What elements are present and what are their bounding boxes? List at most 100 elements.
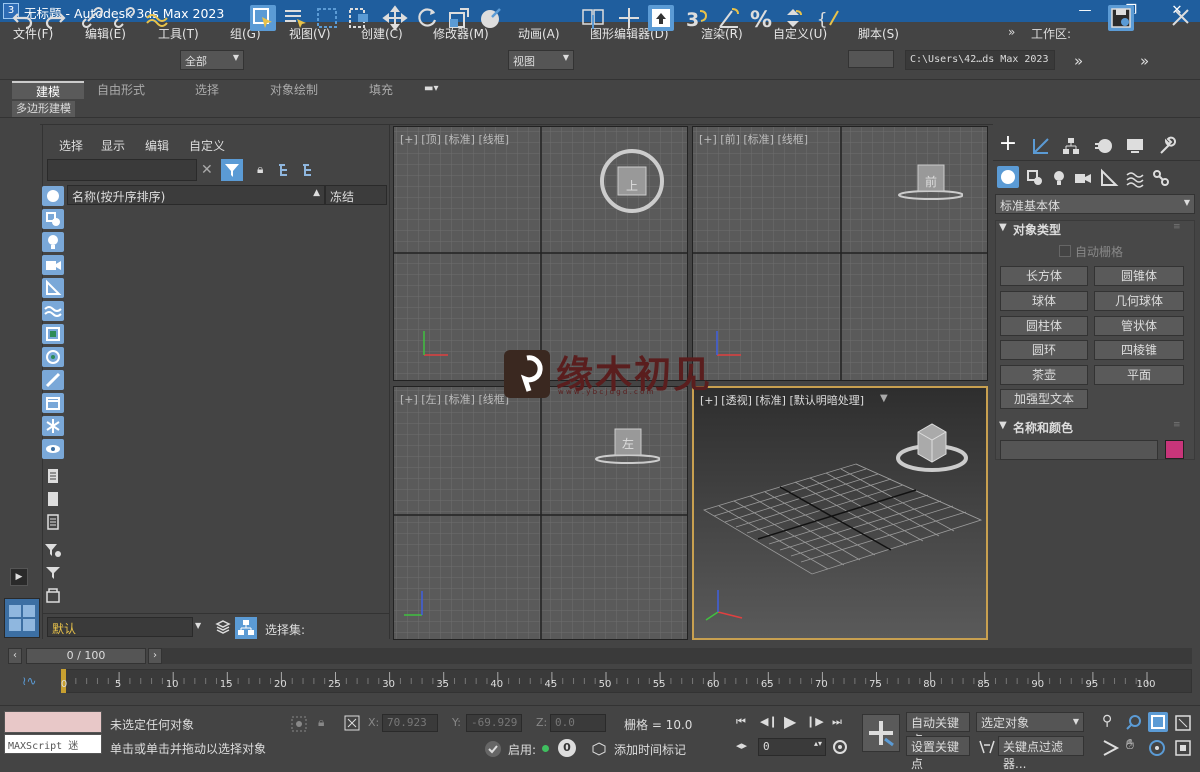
rollout-pin-icon[interactable]: ≡ [1173, 420, 1181, 430]
keyboard-shortcut-override-button[interactable] [648, 5, 674, 31]
object-color-swatch[interactable] [1165, 440, 1184, 459]
hierarchy-tab-icon[interactable] [1061, 136, 1081, 156]
container-toggle-button[interactable] [42, 586, 64, 606]
snaps-toggle-button[interactable]: 3 [684, 5, 710, 31]
explorer-search-input[interactable] [47, 159, 197, 181]
category-dropdown[interactable]: 标准基本体 ▼ [995, 194, 1195, 214]
clear-search-icon[interactable]: ✕ [201, 162, 213, 178]
create-plane-button[interactable]: 平面 [1094, 365, 1184, 385]
redo-button[interactable] [42, 5, 68, 31]
create-geosphere-button[interactable]: 几何球体 [1094, 291, 1184, 311]
display-lights-button[interactable] [42, 232, 64, 252]
ribbon-subtab-poly-modeling[interactable]: 多边形建模 [12, 101, 75, 117]
explorer-menu-display[interactable]: 显示 [101, 137, 125, 154]
create-textplus-button[interactable]: 加强型文本 [1000, 389, 1088, 409]
time-slider-thumb[interactable]: 0 / 100 [26, 648, 146, 664]
rotate-button[interactable] [414, 5, 440, 31]
maxscript-listener-output[interactable] [4, 711, 102, 733]
expand-toolbar-icon[interactable]: » [1074, 52, 1083, 70]
go-to-start-icon[interactable]: ⏮ [736, 715, 746, 729]
key-filters-button[interactable]: 关键点过滤器... [998, 736, 1084, 771]
reference-coordinate-dropdown[interactable]: 视图 ▼ [508, 50, 574, 70]
ribbon-tab-freeform[interactable]: 自由形式 [86, 81, 156, 99]
ribbon-tab-populate[interactable]: 填充 [346, 81, 416, 99]
zoom-extents-button[interactable] [1148, 712, 1168, 732]
display-xrefs-button[interactable] [42, 347, 64, 367]
create-teapot-button[interactable]: 茶壶 [1000, 365, 1088, 385]
next-frame-icon[interactable]: ❙▶ [806, 715, 824, 728]
play-icon[interactable]: ▶ [784, 712, 796, 731]
maxscript-input[interactable]: MAXScript 迷 [4, 734, 102, 754]
menu-scripting[interactable]: 脚本(S) [858, 25, 899, 42]
rollout-object-type-title[interactable]: 对象类型 [1013, 221, 1061, 238]
angle-snap-button[interactable] [716, 5, 742, 31]
link-button[interactable] [80, 5, 106, 31]
set-key-big-button[interactable] [862, 714, 900, 752]
time-slider-track[interactable] [162, 648, 1192, 664]
display-geometry-button[interactable] [42, 186, 64, 206]
unlink-button[interactable] [112, 5, 138, 31]
layers-icon[interactable] [215, 619, 231, 635]
named-selection-input[interactable] [848, 50, 894, 68]
pivot-center-button[interactable] [580, 5, 606, 31]
display-frozen-button[interactable] [42, 416, 64, 436]
display-cameras-button[interactable] [42, 255, 64, 275]
rollout-collapse-icon[interactable]: ▼ [999, 420, 1007, 431]
explorer-menu-customize[interactable]: 自定义 [189, 137, 225, 154]
display-containers-button[interactable] [42, 393, 64, 413]
scripting-tool-button[interactable] [1168, 5, 1194, 31]
hierarchy-mode-button[interactable] [235, 617, 257, 639]
chevron-down-icon[interactable]: ▼ [195, 621, 201, 630]
frame-spinner-icon[interactable]: ▴▾ [814, 739, 822, 748]
rollout-pin-icon[interactable]: ≡ [1173, 222, 1181, 232]
save-file-button[interactable] [1108, 5, 1134, 31]
viewport-top[interactable]: [+] [顶] [标准] [线框] 上 [393, 126, 688, 381]
bind-spacewarp-button[interactable] [144, 5, 170, 31]
auto-key-button[interactable]: 自动关键点 [906, 712, 970, 747]
ribbon-tab-modeling[interactable]: 建模 [12, 81, 84, 99]
display-helpers-button[interactable] [42, 278, 64, 298]
field-of-view-icon[interactable] [1102, 739, 1120, 757]
hierarchy-icon[interactable] [277, 163, 291, 177]
filter-button[interactable] [42, 563, 64, 583]
ribbon-tab-selection[interactable]: 选择 [172, 81, 242, 99]
enable-toggle-button[interactable]: 0 [558, 739, 576, 757]
modify-tab-icon[interactable] [1031, 136, 1051, 156]
filter-toggle-button[interactable] [221, 159, 243, 181]
display-hidden-button[interactable] [42, 439, 64, 459]
curve-editor-icon[interactable]: ≀∿ [22, 674, 37, 688]
add-time-tag-label[interactable]: 添加时间标记 [614, 741, 686, 758]
column-header-name[interactable]: 名称(按升序排序) ▲ [67, 185, 325, 205]
move-button[interactable] [382, 5, 408, 31]
cameras-category-icon[interactable] [1073, 168, 1093, 188]
create-sphere-button[interactable]: 球体 [1000, 291, 1088, 311]
create-pyramid-button[interactable]: 四棱锥 [1094, 340, 1184, 360]
create-cone-button[interactable]: 圆锥体 [1094, 266, 1184, 286]
time-configuration-icon[interactable] [832, 739, 848, 755]
display-tab-icon[interactable] [1125, 136, 1145, 156]
create-torus-button[interactable]: 圆环 [1000, 340, 1088, 360]
viewport-layout-button[interactable] [4, 598, 40, 638]
viewport-perspective[interactable]: [+] [透视] [标准] [默认明暗处理] ▼ [692, 386, 988, 640]
absolute-mode-icon[interactable] [344, 715, 360, 731]
create-tab-plus-icon[interactable]: + [997, 133, 1019, 156]
viewcube-face[interactable]: 上 [626, 177, 638, 194]
zoom-extents-all-icon[interactable] [1174, 714, 1192, 732]
utilities-tab-wrench-icon[interactable] [1157, 136, 1177, 156]
select-by-name-button[interactable] [282, 5, 308, 31]
display-groups-button[interactable] [42, 324, 64, 344]
object-name-input[interactable] [1000, 440, 1158, 460]
display-spacewarps-button[interactable] [42, 301, 64, 321]
maximize-viewport-icon[interactable] [1174, 739, 1192, 757]
viewcube-face[interactable]: 左 [622, 435, 634, 452]
key-filter-icon[interactable] [978, 739, 996, 755]
minimize-button[interactable]: — [1062, 0, 1108, 22]
viewcube-face[interactable]: 前 [925, 173, 937, 190]
expand-menu-icon[interactable]: » [1008, 25, 1015, 39]
display-all-button[interactable] [42, 466, 64, 486]
expand-panel-button[interactable]: ▶ [10, 568, 28, 586]
set-key-button[interactable]: 设置关键点 [906, 736, 970, 771]
spacewarps-category-icon[interactable] [1125, 168, 1145, 188]
named-selection-sets-button[interactable]: { [816, 5, 842, 31]
adaptive-degradation-icon[interactable] [484, 740, 502, 758]
